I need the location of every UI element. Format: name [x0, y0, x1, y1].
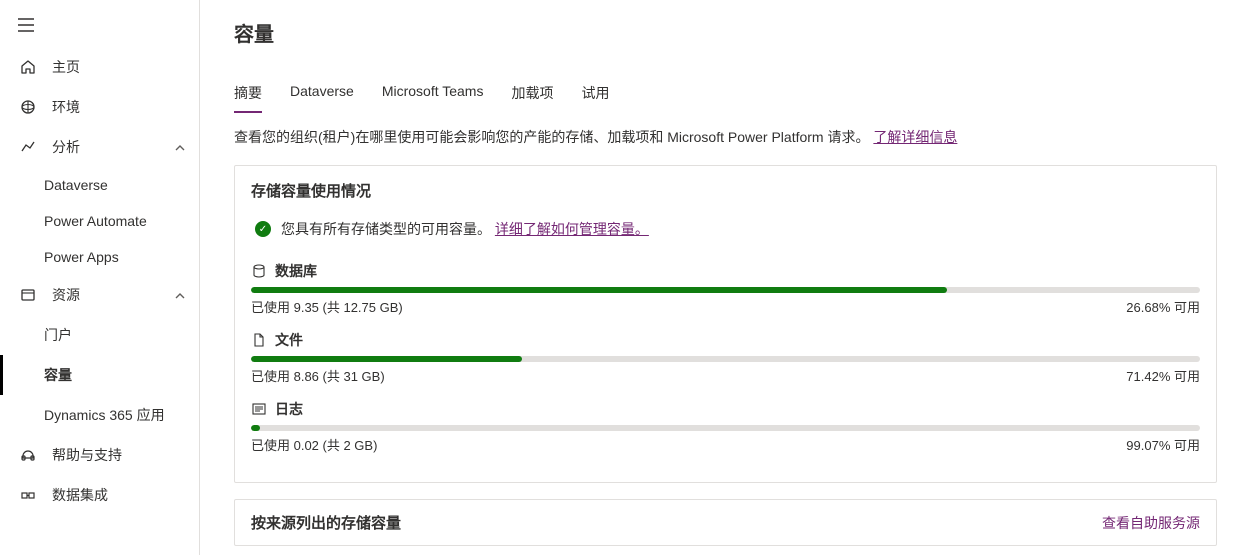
sidebar-item-label: 容量 — [44, 365, 185, 385]
tabs: 摘要 Dataverse Microsoft Teams 加载项试用 — [234, 77, 1217, 113]
description-text: 查看您的组织(租户)在哪里使用可能会影响您的产能的存储、加载项和 Microso… — [234, 129, 869, 145]
learn-more-link[interactable]: 了解详细信息 — [873, 129, 957, 145]
tab-2[interactable]: Microsoft Teams — [382, 77, 484, 113]
usage-used-text: 已使用 8.86 (共 31 GB) — [251, 366, 385, 385]
usage-bar-fill — [251, 287, 947, 293]
hamburger-icon — [18, 16, 34, 37]
sidebar: 主页环境分析 Dataverse Power Automate Power Apps 资… — [0, 0, 200, 555]
resource-icon — [18, 287, 38, 303]
check-circle-icon: ✓ — [255, 221, 271, 237]
usage-header: 文件 — [251, 330, 1200, 350]
sidebar-item-4[interactable]: Power Automate — [0, 203, 199, 239]
sidebar-item-11[interactable]: 数据集成 — [0, 475, 199, 515]
usage-bar — [251, 287, 1200, 293]
sidebar-item-9[interactable]: Dynamics 365 应用 — [0, 395, 199, 435]
chevron-up-icon — [175, 140, 185, 154]
hamburger-menu[interactable] — [0, 6, 199, 47]
sidebar-item-0[interactable]: 主页 — [0, 47, 199, 87]
status-text: 您具有所有存储类型的可用容量。 — [281, 221, 491, 237]
sidebar-item-label: 环境 — [52, 97, 185, 117]
usage-used-text: 已使用 0.02 (共 2 GB) — [251, 435, 377, 454]
usage-header: 日志 — [251, 399, 1200, 419]
tab-1[interactable]: Dataverse — [290, 77, 354, 113]
sidebar-item-label: 分析 — [52, 137, 161, 157]
sidebar-item-8[interactable]: 容量 — [0, 355, 199, 395]
tab-3[interactable]: 加载项 — [511, 77, 553, 113]
main-content: 容量 摘要 Dataverse Microsoft Teams 加载项试用 查看您的组… — [200, 0, 1245, 555]
sidebar-item-label: 门户 — [44, 325, 185, 345]
storage-usage-card: 存储容量使用情况 ✓ 您具有所有存储类型的可用容量。 详细了解如何管理容量。 数… — [234, 165, 1217, 483]
log-icon — [251, 403, 267, 415]
db-icon — [251, 264, 267, 278]
sidebar-item-3[interactable]: Dataverse — [0, 167, 199, 203]
usage-available-text: 71.42% 可用 — [1126, 366, 1200, 385]
usage-bar — [251, 356, 1200, 362]
sidebar-item-5[interactable]: Power Apps — [0, 239, 199, 275]
page-title: 容量 — [234, 18, 1217, 47]
tab-0[interactable]: 摘要 — [234, 77, 262, 113]
help-icon — [18, 447, 38, 463]
usage-available-text: 26.68% 可用 — [1126, 297, 1200, 316]
usage-name: 文件 — [275, 330, 303, 350]
usage-available-text: 99.07% 可用 — [1126, 435, 1200, 454]
sidebar-item-label: 主页 — [52, 57, 185, 77]
sidebar-item-6[interactable]: 资源 — [0, 275, 199, 315]
usage-name: 数据库 — [275, 261, 317, 281]
source-card-title: 按来源列出的存储容量 — [251, 512, 401, 533]
file-icon — [251, 333, 267, 347]
sidebar-item-label: 帮助与支持 — [52, 445, 185, 465]
sidebar-item-2[interactable]: 分析 — [0, 127, 199, 167]
sidebar-item-label: 资源 — [52, 285, 161, 305]
usage-footer: 已使用 9.35 (共 12.75 GB) 26.68% 可用 — [251, 297, 1200, 316]
page-description: 查看您的组织(租户)在哪里使用可能会影响您的产能的存储、加载项和 Microso… — [234, 127, 1217, 147]
chevron-up-icon — [175, 288, 185, 302]
storage-card-title: 存储容量使用情况 — [251, 180, 1200, 201]
usage-name: 日志 — [275, 399, 303, 419]
usage-footer: 已使用 0.02 (共 2 GB) 99.07% 可用 — [251, 435, 1200, 454]
self-service-sources-link[interactable]: 查看自助服务源 — [1102, 513, 1200, 533]
usage-block-1: 文件已使用 8.86 (共 31 GB) 71.42% 可用 — [251, 330, 1200, 385]
sidebar-item-label: Power Automate — [44, 213, 185, 229]
usage-bar-fill — [251, 425, 260, 431]
usage-bar-fill — [251, 356, 522, 362]
integration-icon — [18, 487, 38, 503]
usage-footer: 已使用 8.86 (共 31 GB) 71.42% 可用 — [251, 366, 1200, 385]
usage-bar — [251, 425, 1200, 431]
status-line: ✓ 您具有所有存储类型的可用容量。 详细了解如何管理容量。 — [251, 219, 1200, 239]
tab-4[interactable]: 试用 — [581, 77, 609, 113]
sidebar-item-label: Dynamics 365 应用 — [44, 405, 185, 425]
sidebar-item-1[interactable]: 环境 — [0, 87, 199, 127]
usage-used-text: 已使用 9.35 (共 12.75 GB) — [251, 297, 403, 316]
sidebar-item-label: 数据集成 — [52, 485, 185, 505]
usage-block-0: 数据库已使用 9.35 (共 12.75 GB) 26.68% 可用 — [251, 261, 1200, 316]
usage-block-2: 日志已使用 0.02 (共 2 GB) 99.07% 可用 — [251, 399, 1200, 454]
usage-header: 数据库 — [251, 261, 1200, 281]
home-icon — [18, 59, 38, 75]
sidebar-item-10[interactable]: 帮助与支持 — [0, 435, 199, 475]
storage-by-source-card: 按来源列出的存储容量 查看自助服务源 — [234, 499, 1217, 546]
sidebar-item-label: Dataverse — [44, 177, 185, 193]
manage-capacity-link[interactable]: 详细了解如何管理容量。 — [495, 221, 649, 237]
sidebar-item-label: Power Apps — [44, 249, 185, 265]
sidebar-item-7[interactable]: 门户 — [0, 315, 199, 355]
analytics-icon — [18, 139, 38, 155]
env-icon — [18, 99, 38, 115]
